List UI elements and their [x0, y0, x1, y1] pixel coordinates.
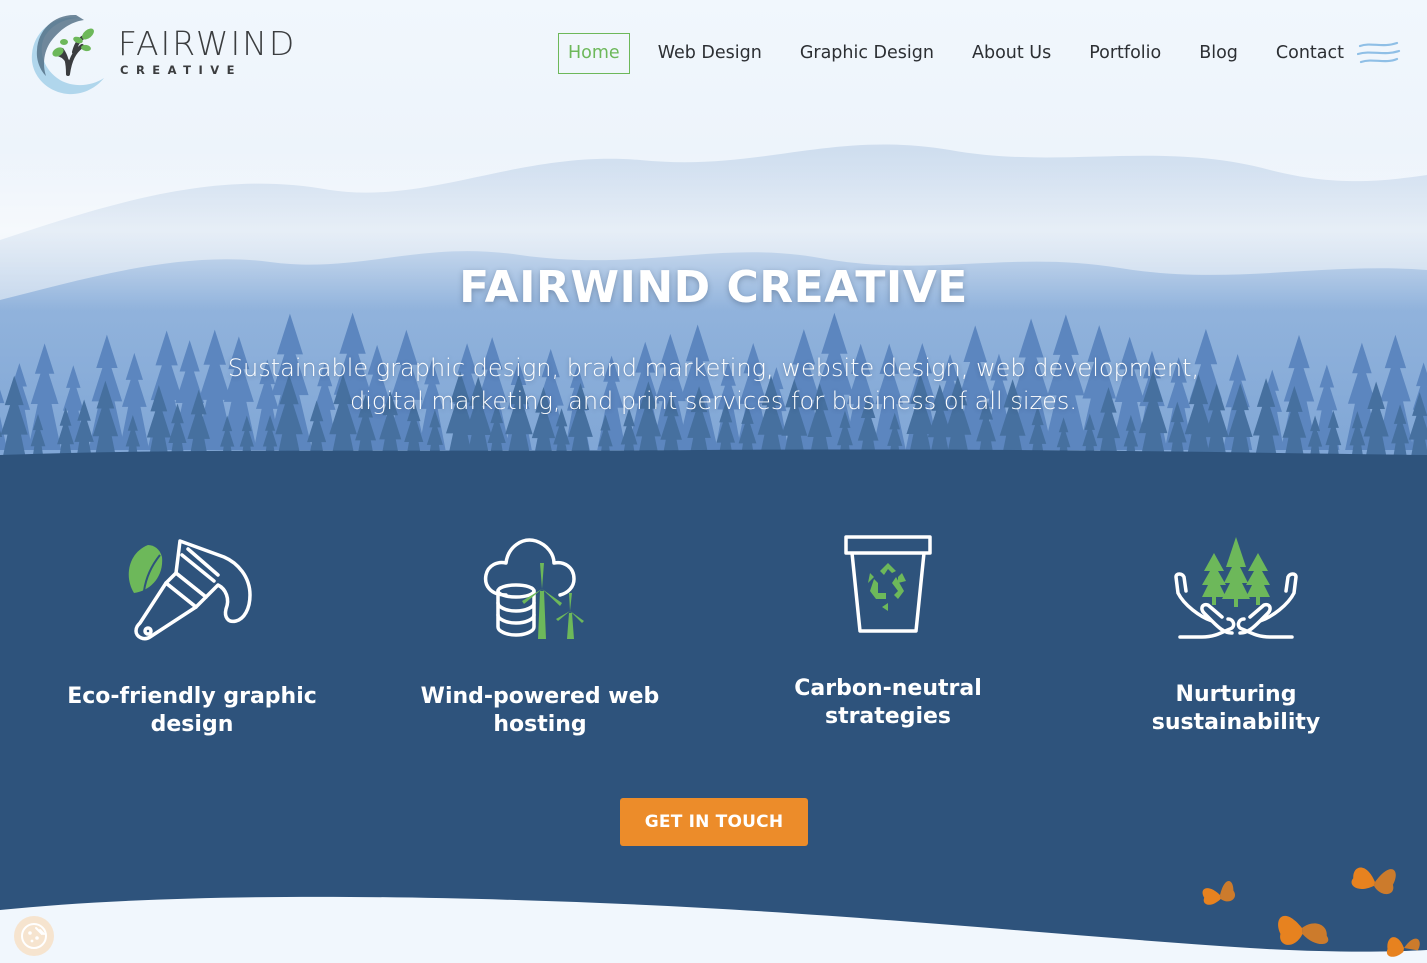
- feature-wind-hosting: Wind-powered web hosting: [390, 533, 690, 739]
- butterfly-icon: [1202, 881, 1235, 905]
- nav-item-about-us[interactable]: About Us: [962, 33, 1061, 74]
- feature-title-carbon-neutral: Carbon-neutral strategies: [794, 676, 982, 729]
- recycle-bin-icon: [844, 535, 932, 633]
- butterflies-decoration: [1202, 867, 1420, 957]
- nav-item-contact[interactable]: Contact: [1266, 33, 1354, 74]
- nav-item-graphic-design[interactable]: Graphic Design: [790, 33, 944, 74]
- site-header: FAIRWIND CREATIVE Home Web Design Graphi…: [0, 0, 1427, 110]
- feature-sustainability: Nurturing sustainability: [1086, 533, 1386, 737]
- nav-item-home[interactable]: Home: [558, 33, 630, 74]
- hero-subtitle: Sustainable graphic design, brand market…: [227, 354, 1200, 415]
- cloud-wind-turbine-icon: [483, 538, 584, 639]
- feature-title-eco-design: Eco-friendly graphic design: [67, 684, 317, 737]
- butterfly-icon: [1278, 915, 1329, 945]
- page: FAIRWIND CREATIVE Home Web Design Graphi…: [0, 0, 1427, 963]
- tree-logo-icon: [31, 14, 105, 95]
- logo-tagline: CREATIVE: [120, 63, 243, 77]
- leaf-paintbrush-icon: [128, 539, 252, 641]
- feature-carbon-neutral: Carbon-neutral strategies: [738, 533, 1038, 731]
- hands-trees-icon: [1174, 537, 1298, 639]
- nav-item-web-design[interactable]: Web Design: [648, 33, 772, 74]
- butterfly-icon: [1386, 937, 1420, 957]
- cookie-icon: [21, 923, 47, 949]
- feature-title-sustainability: Nurturing sustainability: [1151, 682, 1321, 735]
- hero-title: FAIRWIND CREATIVE: [459, 262, 968, 313]
- main-nav: Home Web Design Graphic Design About Us …: [558, 33, 1372, 74]
- wind-lines-menu-icon[interactable]: [1357, 38, 1401, 68]
- butterfly-icon: [1351, 867, 1396, 895]
- logo-wordmark: FAIRWIND: [118, 24, 297, 63]
- feature-title-wind-hosting: Wind-powered web hosting: [420, 684, 660, 737]
- nav-item-blog[interactable]: Blog: [1189, 33, 1248, 74]
- get-in-touch-button[interactable]: GET IN TOUCH: [620, 798, 808, 846]
- cookie-settings-button[interactable]: [14, 916, 54, 956]
- nav-item-portfolio[interactable]: Portfolio: [1079, 33, 1171, 74]
- feature-eco-design: Eco-friendly graphic design: [42, 533, 342, 739]
- site-logo[interactable]: FAIRWIND CREATIVE: [28, 12, 318, 96]
